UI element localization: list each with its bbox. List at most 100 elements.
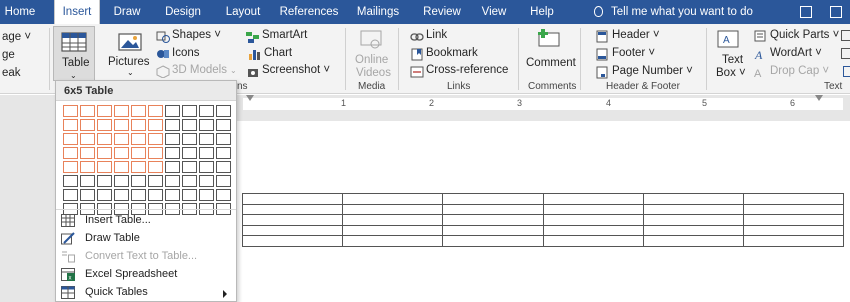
table-cell[interactable] (742, 203, 845, 216)
grid-cell[interactable] (97, 189, 112, 201)
smartart-button[interactable]: SmartArt (262, 29, 307, 41)
excel-spreadsheet-item[interactable]: x Excel Spreadsheet (56, 266, 236, 284)
grid-cell[interactable] (165, 161, 180, 173)
table-cell[interactable] (542, 193, 644, 205)
comment-button[interactable]: Comment (526, 57, 576, 69)
grid-cell-selected[interactable] (114, 105, 129, 117)
signature-line-icon[interactable] (841, 30, 850, 41)
convert-text-to-table-item[interactable]: Convert Text to Table... (56, 248, 236, 266)
grid-cell[interactable] (216, 133, 231, 145)
grid-cell-selected[interactable] (148, 119, 163, 131)
grid-cell-selected[interactable] (148, 161, 163, 173)
table-cell[interactable] (442, 235, 544, 247)
grid-cell-selected[interactable] (131, 105, 146, 117)
tell-me-search[interactable]: Tell me what you want to do (611, 0, 753, 24)
comments-pane-icon[interactable] (830, 6, 842, 18)
grid-cell-selected[interactable] (63, 119, 78, 131)
table-cell[interactable] (241, 193, 344, 205)
table-cell[interactable] (241, 203, 344, 216)
grid-cell-selected[interactable] (148, 133, 163, 145)
screenshot-button[interactable]: Screenshot ˅ (262, 64, 330, 76)
table-button[interactable]: Table ⌄ (53, 26, 95, 81)
bookmark-button[interactable]: Bookmark (426, 47, 478, 59)
cover-page-button[interactable]: age ˅ (2, 31, 31, 43)
chart-button[interactable]: Chart (264, 47, 292, 59)
table-cell[interactable] (642, 224, 744, 237)
grid-cell[interactable] (199, 161, 214, 173)
tab-home[interactable]: Home (0, 0, 40, 24)
link-button[interactable]: Link (426, 29, 447, 41)
quick-tables-item[interactable]: Quick Tables (56, 284, 236, 302)
grid-cell[interactable] (182, 189, 197, 201)
grid-cell[interactable] (199, 189, 214, 201)
object-icon[interactable] (843, 66, 850, 77)
table-cell[interactable] (742, 235, 845, 247)
grid-cell-selected[interactable] (131, 147, 146, 159)
grid-cell-selected[interactable] (114, 161, 129, 173)
shapes-button[interactable]: Shapes ˅ (172, 29, 221, 41)
grid-cell[interactable] (114, 189, 129, 201)
grid-cell[interactable] (80, 189, 95, 201)
grid-cell[interactable] (63, 189, 78, 201)
table-cell[interactable] (742, 224, 845, 237)
grid-cell[interactable] (199, 105, 214, 117)
table-cell[interactable] (542, 224, 644, 237)
grid-cell[interactable] (182, 105, 197, 117)
grid-cell[interactable] (114, 175, 129, 187)
grid-cell-selected[interactable] (131, 119, 146, 131)
grid-cell[interactable] (131, 189, 146, 201)
wordart-button[interactable]: WordArt ˅ (770, 47, 822, 59)
tab-design[interactable]: Design (155, 0, 211, 24)
table-cell[interactable] (342, 193, 444, 205)
table-cell[interactable] (742, 214, 845, 226)
grid-cell[interactable] (182, 119, 197, 131)
grid-cell-selected[interactable] (97, 119, 112, 131)
footer-button[interactable]: Footer ˅ (612, 47, 655, 59)
grid-cell[interactable] (182, 133, 197, 145)
table-cell[interactable] (342, 214, 444, 226)
page-number-button[interactable]: Page Number ˅ (612, 65, 693, 77)
table-cell[interactable] (642, 193, 744, 205)
grid-cell[interactable] (165, 105, 180, 117)
grid-cell[interactable] (182, 161, 197, 173)
grid-cell[interactable] (63, 175, 78, 187)
table-cell[interactable] (442, 214, 544, 226)
table-cell[interactable] (442, 203, 544, 216)
cross-reference-button[interactable]: Cross-reference (426, 64, 508, 76)
grid-cell-selected[interactable] (97, 105, 112, 117)
grid-cell[interactable] (216, 105, 231, 117)
grid-cell[interactable] (216, 119, 231, 131)
quick-parts-button[interactable]: Quick Parts ˅ (770, 29, 839, 41)
grid-cell[interactable] (148, 175, 163, 187)
grid-cell[interactable] (97, 175, 112, 187)
grid-cell-selected[interactable] (63, 133, 78, 145)
tab-help[interactable]: Help (522, 0, 562, 24)
insert-table-item[interactable]: Insert Table... (56, 212, 236, 230)
grid-cell[interactable] (216, 147, 231, 159)
grid-cell[interactable] (216, 189, 231, 201)
table-cell[interactable] (241, 235, 344, 247)
tab-draw[interactable]: Draw (106, 0, 148, 24)
grid-cell-selected[interactable] (97, 161, 112, 173)
table-cell[interactable] (342, 203, 444, 216)
table-cell[interactable] (342, 224, 444, 237)
icons-button[interactable]: Icons (172, 47, 200, 59)
table-cell[interactable] (542, 235, 644, 247)
first-line-indent-marker[interactable] (246, 95, 254, 101)
table-cell[interactable] (642, 203, 744, 216)
grid-cell-selected[interactable] (148, 147, 163, 159)
online-videos-label-1[interactable]: Online (355, 54, 388, 66)
grid-cell-selected[interactable] (131, 161, 146, 173)
header-button[interactable]: Header ˅ (612, 29, 660, 41)
grid-cell-selected[interactable] (80, 147, 95, 159)
text-box-label-1[interactable]: Text (722, 54, 743, 66)
grid-cell-selected[interactable] (80, 161, 95, 173)
table-cell[interactable] (442, 224, 544, 237)
table-cell[interactable] (442, 193, 544, 205)
table-size-grid[interactable] (63, 105, 231, 215)
blank-page-button[interactable]: ge (2, 49, 15, 61)
grid-cell[interactable] (80, 175, 95, 187)
grid-cell-selected[interactable] (80, 119, 95, 131)
draw-table-item[interactable]: Draw Table (56, 230, 236, 248)
table-cell[interactable] (642, 214, 744, 226)
